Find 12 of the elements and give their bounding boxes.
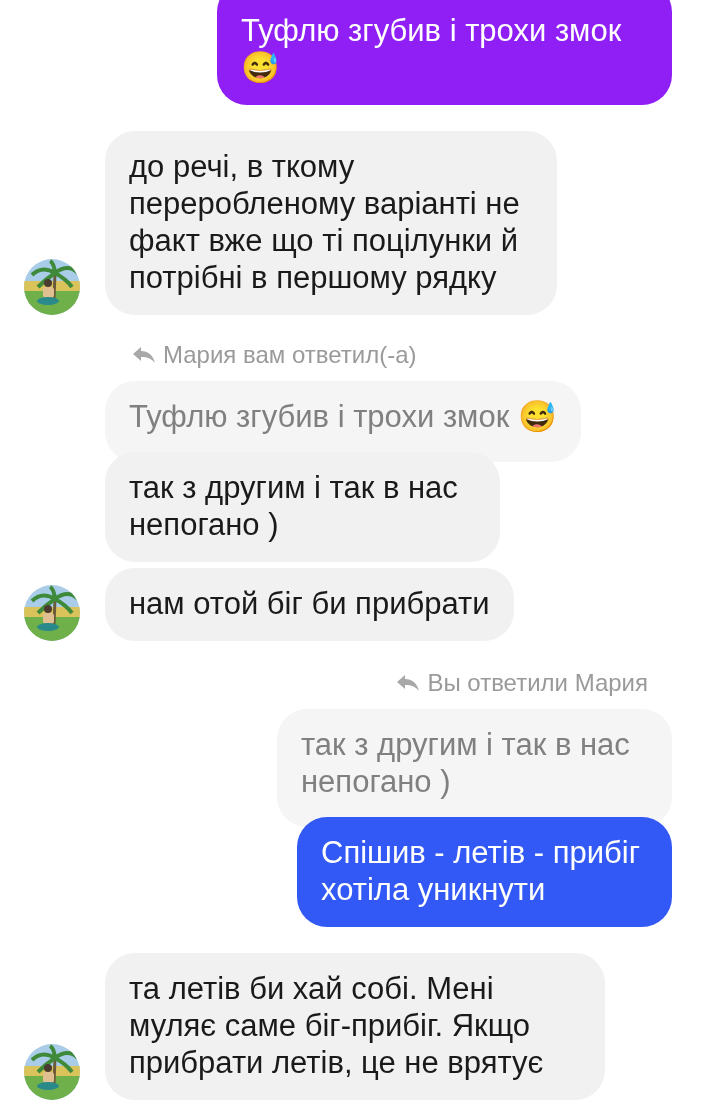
message-bubble: та летів би хай собі. Мені муляє саме біг-прибіг. Якщо прибрати летів, це не врятує bbox=[105, 953, 605, 1100]
message-bubble: Туфлю згубив і трохи змок 😅 bbox=[217, 0, 672, 105]
reply-icon bbox=[397, 675, 420, 691]
reply-label: Мария вам ответил(-а) bbox=[163, 341, 417, 369]
message-bubble: нам отой біг би прибрати bbox=[105, 568, 514, 641]
reply-icon bbox=[133, 347, 155, 363]
reply-label: Вы ответили Мария bbox=[427, 669, 648, 697]
quoted-message: так з другим і так в нас непогано ) bbox=[277, 709, 672, 827]
message-bubble: до речі, в ткому переробленому варіанті не факт вже що ті поцілунки й потрібні в першому рядку bbox=[105, 131, 557, 315]
quoted-message: Туфлю згубив і трохи змок 😅 bbox=[105, 381, 581, 462]
message-bubble: Спішив - летів - прибіг хотіла уникнути bbox=[297, 817, 672, 927]
message-bubble: так з другим і так в нас непогано ) bbox=[105, 452, 500, 562]
